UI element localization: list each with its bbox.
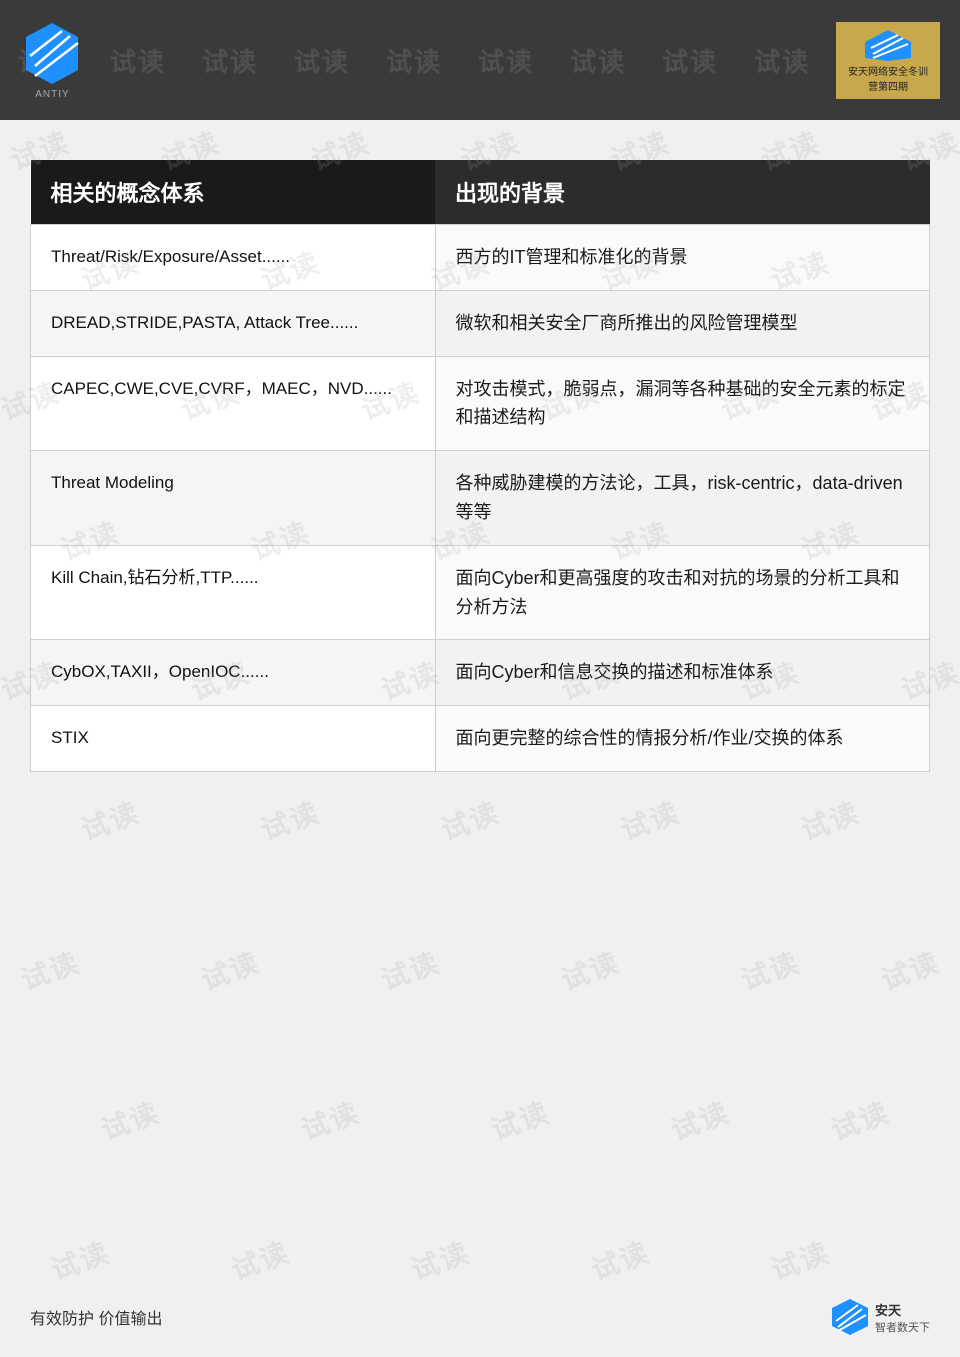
- table-cell-col2: 对攻击模式，脆弱点，漏洞等各种基础的安全元素的标定和描述结构: [435, 356, 929, 451]
- table-cell-col2: 面向Cyber和信息交换的描述和标准体系: [435, 640, 929, 706]
- watermark-text: 试读: [825, 1091, 895, 1149]
- watermark-text: 试读: [435, 791, 505, 849]
- table-cell-col1: Threat Modeling: [31, 451, 436, 546]
- footer-left-text: 有效防护 价值输出: [30, 1305, 162, 1329]
- table-row: STIX面向更完整的综合性的情报分析/作业/交换的体系: [31, 706, 930, 772]
- watermark-text: 试读: [195, 941, 265, 999]
- header: 试读 试读 试读 试读 试读 试读 试读 试读 试读 ANTIY: [0, 0, 960, 120]
- table-cell-col2: 面向Cyber和更高强度的攻击和对抗的场景的分析工具和分析方法: [435, 545, 929, 640]
- table-row: Kill Chain,钻石分析,TTP......面向Cyber和更高强度的攻击…: [31, 545, 930, 640]
- logo-label: ANTIY: [35, 89, 69, 100]
- watermark-text: 试读: [485, 1091, 555, 1149]
- footer-brand: 安天 智者数天下: [830, 1297, 930, 1337]
- header-right: 安天网络安全冬训营第四期: [836, 22, 940, 99]
- table-cell-col1: CybOX,TAXII，OpenIOC......: [31, 640, 436, 706]
- watermark-text: 试读: [15, 941, 85, 999]
- col2-header: 出现的背景: [435, 160, 929, 225]
- concept-table: 相关的概念体系 出现的背景 Threat/Risk/Exposure/Asset…: [30, 160, 930, 772]
- footer: 有效防护 价值输出 安天 智者数天下: [0, 1277, 960, 1357]
- table-row: Threat/Risk/Exposure/Asset......西方的IT管理和…: [31, 225, 930, 291]
- watermark-text: 试读: [795, 791, 865, 849]
- table-row: CAPEC,CWE,CVE,CVRF，MAEC，NVD......对攻击模式，脆…: [31, 356, 930, 451]
- watermark-text: 试读: [295, 1091, 365, 1149]
- table-row: CybOX,TAXII，OpenIOC......面向Cyber和信息交换的描述…: [31, 640, 930, 706]
- brand-sub-label: 安天网络安全冬训营第四期: [848, 63, 928, 93]
- table-header-row: 相关的概念体系 出现的背景: [31, 160, 930, 225]
- watermark-text: 试读: [375, 941, 445, 999]
- footer-brand-name: 安天: [875, 1300, 930, 1319]
- table-cell-col2: 微软和相关安全厂商所推出的风险管理模型: [435, 290, 929, 356]
- table-cell-col1: Kill Chain,钻石分析,TTP......: [31, 545, 436, 640]
- logo-area: ANTIY: [20, 21, 85, 100]
- table-cell-col1: DREAD,STRIDE,PASTA, Attack Tree......: [31, 290, 436, 356]
- table-row: Threat Modeling各种威胁建模的方法论，工具，risk-centri…: [31, 451, 930, 546]
- table-cell-col2: 面向更完整的综合性的情报分析/作业/交换的体系: [435, 706, 929, 772]
- table-cell-col2: 各种威胁建模的方法论，工具，risk-centric，data-driven等等: [435, 451, 929, 546]
- antiy-logo-icon: [20, 21, 85, 86]
- watermark-text: 试读: [875, 941, 945, 999]
- watermark-text: 试读: [665, 1091, 735, 1149]
- watermark-text: 试读: [255, 791, 325, 849]
- watermark-text: 试读: [555, 941, 625, 999]
- table-cell-col1: STIX: [31, 706, 436, 772]
- watermark-text: 试读: [735, 941, 805, 999]
- table-row: DREAD,STRIDE,PASTA, Attack Tree......微软和…: [31, 290, 930, 356]
- main-content: 相关的概念体系 出现的背景 Threat/Risk/Exposure/Asset…: [0, 120, 960, 792]
- table-cell-col2: 西方的IT管理和标准化的背景: [435, 225, 929, 291]
- footer-brand-sub: 智者数天下: [875, 1319, 930, 1335]
- footer-logo-icon: [830, 1297, 870, 1337]
- table-cell-col1: CAPEC,CWE,CVE,CVRF，MAEC，NVD......: [31, 356, 436, 451]
- watermark-text: 试读: [615, 791, 685, 849]
- watermark-text: 试读: [75, 791, 145, 849]
- header-watermarks: 试读 试读 试读 试读 试读 试读 试读 试读 试读: [0, 0, 960, 120]
- watermark-text: 试读: [95, 1091, 165, 1149]
- table-cell-col1: Threat/Risk/Exposure/Asset......: [31, 225, 436, 291]
- col1-header: 相关的概念体系: [31, 160, 436, 225]
- brand-icon: [863, 28, 913, 63]
